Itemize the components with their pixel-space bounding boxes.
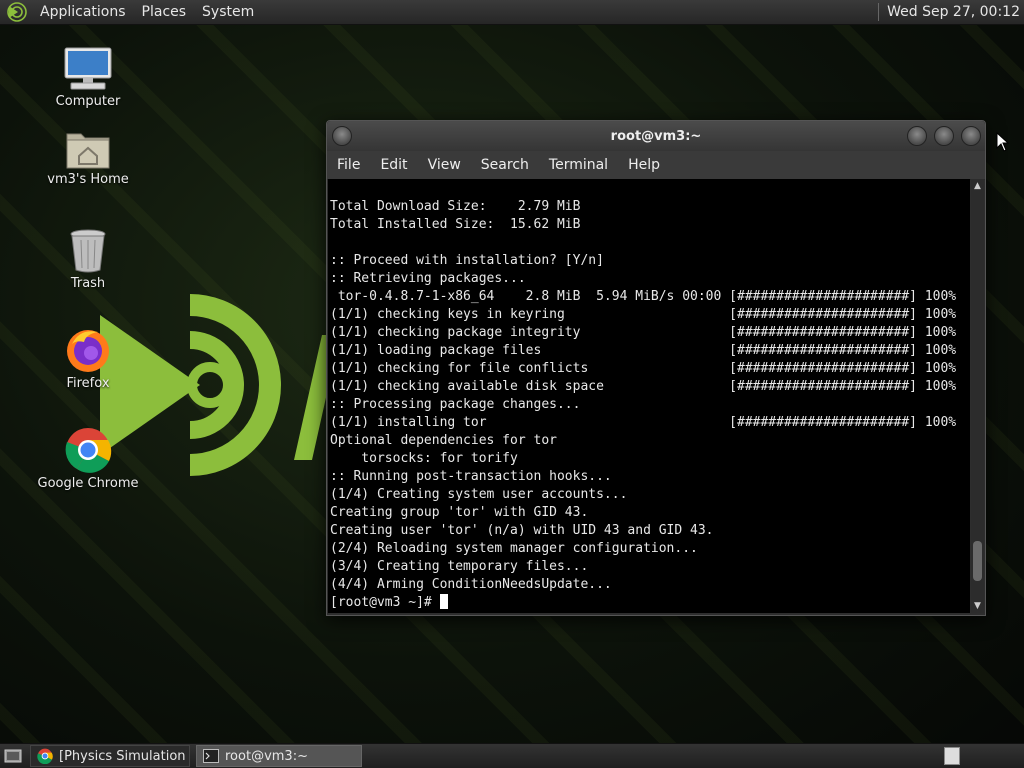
- menu-help[interactable]: Help: [618, 157, 670, 173]
- terminal-line: tor-0.4.8.7-1-x86_64 2.8 MiB 5.94 MiB/s …: [330, 289, 957, 304]
- show-desktop-icon: [4, 749, 22, 763]
- terminal-line: (1/1) checking available disk space [###…: [330, 379, 957, 394]
- desktop-icon-label: Google Chrome: [37, 476, 139, 491]
- task-list: [Physics Simulation ... root@vm3:~: [24, 745, 362, 767]
- mint-logo-icon[interactable]: [6, 1, 28, 23]
- desktop-icon-chrome[interactable]: Google Chrome: [28, 426, 148, 491]
- terminal-line: Total Installed Size: 15.62 MiB: [330, 217, 581, 232]
- terminal-window[interactable]: root@vm3:~ File Edit View Search Termina…: [326, 120, 986, 616]
- firefox-icon: [67, 330, 109, 372]
- terminal-prompt-line[interactable]: [root@vm3 ~]#: [330, 594, 970, 612]
- chrome-icon: [65, 428, 112, 473]
- system-menu[interactable]: System: [194, 4, 262, 20]
- terminal-line: :: Processing package changes...: [330, 397, 581, 412]
- menu-terminal[interactable]: Terminal: [539, 157, 618, 173]
- terminal-line: (1/1) checking for file conflicts [#####…: [330, 361, 957, 376]
- trash-icon: [70, 229, 106, 273]
- task-chrome[interactable]: [Physics Simulation ...: [30, 745, 190, 767]
- desktop-icon-label: Trash: [70, 276, 106, 291]
- clock[interactable]: Wed Sep 27, 00:12: [887, 4, 1024, 20]
- terminal-scrollbar[interactable]: ▲ ▼: [971, 179, 984, 613]
- menu-view[interactable]: View: [418, 157, 471, 173]
- terminal-line: torsocks: for torify: [330, 451, 518, 466]
- minimize-button[interactable]: [907, 126, 927, 146]
- terminal-line: (4/4) Arming ConditionNeedsUpdate...: [330, 577, 612, 592]
- terminal-line: :: Retrieving packages...: [330, 271, 526, 286]
- terminal-text: Total Download Size: 2.79 MiB Total Insta…: [328, 179, 970, 612]
- text-cursor: [439, 594, 448, 609]
- places-menu[interactable]: Places: [134, 4, 195, 20]
- terminal-line: (3/4) Creating temporary files...: [330, 559, 589, 574]
- terminal-menubar: File Edit View Search Terminal Help: [327, 151, 985, 180]
- window-title: root@vm3:~: [610, 128, 702, 144]
- terminal-line: (2/4) Reloading system manager configura…: [330, 541, 698, 556]
- terminal-line: (1/1) installing tor [##################…: [330, 415, 957, 430]
- maximize-button[interactable]: [934, 126, 954, 146]
- desktop-icon-label: Computer: [55, 94, 121, 109]
- task-label: root@vm3:~: [225, 748, 308, 764]
- computer-icon: [64, 47, 112, 90]
- window-titlebar[interactable]: root@vm3:~: [327, 121, 985, 151]
- terminal-prompt: [root@vm3 ~]#: [330, 595, 440, 610]
- task-terminal[interactable]: root@vm3:~: [196, 745, 362, 767]
- terminal-line: Creating group 'tor' with GID 43.: [330, 505, 589, 520]
- terminal-line: Total Download Size: 2.79 MiB: [330, 199, 581, 214]
- show-desktop-button[interactable]: [2, 746, 24, 766]
- desktop-icon-home[interactable]: vm3's Home: [28, 128, 148, 187]
- terminal-line: Creating user 'tor' (n/a) with UID 43 an…: [330, 523, 714, 538]
- desktop-icon-label: vm3's Home: [47, 172, 129, 187]
- scrollbar-thumb[interactable]: [973, 540, 982, 581]
- terminal-line: :: Running post-transaction hooks...: [330, 469, 612, 484]
- terminal-line: Optional dependencies for tor: [330, 433, 557, 448]
- window-menu-button[interactable]: [332, 126, 352, 146]
- panel-separator: [878, 3, 880, 21]
- menu-edit[interactable]: Edit: [370, 157, 417, 173]
- task-label: [Physics Simulation ...: [59, 748, 190, 764]
- terminal-line: (1/1) checking keys in keyring [########…: [330, 307, 957, 322]
- applications-menu[interactable]: Applications: [32, 4, 134, 20]
- desktop-icon-trash[interactable]: Trash: [28, 228, 148, 291]
- top-panel: Applications Places System Wed Sep 27, 0…: [0, 0, 1024, 25]
- mouse-pointer-icon: [996, 132, 1010, 152]
- scroll-up-arrow-icon[interactable]: ▲: [971, 179, 984, 193]
- terminal-line: (1/4) Creating system user accounts...: [330, 487, 628, 502]
- menu-search[interactable]: Search: [471, 157, 539, 173]
- chrome-icon: [37, 748, 53, 764]
- desktop-icon-computer[interactable]: Computer: [28, 46, 148, 109]
- terminal-output[interactable]: Total Download Size: 2.79 MiB Total Insta…: [328, 179, 970, 613]
- workspace-switcher[interactable]: [944, 747, 960, 765]
- bottom-panel: [Physics Simulation ... root@vm3:~: [0, 743, 1024, 768]
- desktop-icon-label: Firefox: [66, 376, 110, 391]
- desktop-icon-firefox[interactable]: Firefox: [28, 326, 148, 391]
- terminal-line: (1/1) loading package files [###########…: [330, 343, 957, 358]
- menu-file[interactable]: File: [327, 157, 370, 173]
- terminal-line: :: Proceed with installation? [Y/n]: [330, 253, 604, 268]
- scroll-down-arrow-icon[interactable]: ▼: [971, 599, 984, 613]
- terminal-line: (1/1) checking package integrity [######…: [330, 325, 957, 340]
- close-button[interactable]: [961, 126, 981, 146]
- terminal-icon: [203, 749, 219, 763]
- home-folder-icon: [66, 133, 110, 169]
